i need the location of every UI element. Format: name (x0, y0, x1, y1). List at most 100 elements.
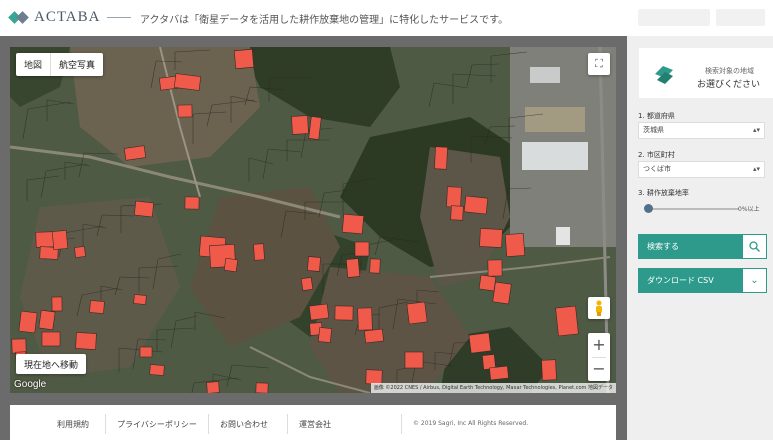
map-attribution: 画像 ©2022 CNES / Airbus, Digital Earth Te… (370, 383, 616, 393)
abandoned-parcel[interactable] (51, 296, 63, 312)
abandoned-parcel[interactable] (434, 146, 448, 170)
abandoned-parcel[interactable] (357, 307, 373, 331)
abandoned-parcel[interactable] (11, 338, 27, 354)
abandoned-parcel[interactable] (74, 246, 86, 258)
abandoned-parcel[interactable] (133, 294, 147, 305)
abandoned-parcel[interactable] (300, 277, 314, 291)
abandoned-parcel[interactable] (492, 281, 512, 305)
abandoned-parcel[interactable] (51, 230, 69, 250)
pegman-icon (596, 300, 602, 316)
fullscreen-icon: ⛶ (595, 57, 603, 70)
abandoned-parcel[interactable] (406, 301, 428, 325)
abandoned-parcel[interactable] (317, 327, 333, 343)
abandoned-parcel[interactable] (555, 305, 579, 337)
abandoned-parcel[interactable] (334, 305, 354, 321)
abandoned-parcel[interactable] (487, 259, 503, 277)
sidebar: 検索対象の地域 お選びください 1. 都道府県 茨城県 ▴▾ 2. 市区町村 つ… (627, 36, 773, 440)
header-button-1[interactable] (638, 9, 710, 26)
abandoned-parcel[interactable] (255, 382, 269, 393)
footer-divider (208, 414, 209, 434)
zoom-out-button[interactable]: − (588, 357, 610, 381)
footer-link-contact[interactable]: お問い合わせ (220, 419, 268, 430)
chevron-down-icon: ⌄ (743, 269, 766, 292)
area-map-icon (655, 66, 673, 84)
zoom-control: + − (588, 333, 610, 381)
rate-slider-value: 0%以上 (738, 206, 760, 213)
abandoned-parcel[interactable] (308, 303, 330, 321)
abandoned-parcel[interactable] (354, 241, 370, 257)
abandoned-parcel[interactable] (123, 145, 147, 161)
abandoned-parcel[interactable] (223, 257, 239, 273)
locate-button[interactable]: 現在地へ移動 (16, 354, 87, 374)
abandoned-parcel[interactable] (133, 200, 155, 218)
header-button-2[interactable] (716, 9, 765, 26)
footer-link-privacy[interactable]: プライバシーポリシー (117, 419, 197, 430)
logo[interactable]: ACTABA (8, 9, 100, 26)
download-csv-button[interactable]: ダウンロード CSV ⌄ (638, 268, 767, 293)
abandoned-parcel[interactable] (75, 332, 97, 350)
abandoned-parcel[interactable] (489, 365, 509, 381)
street-view-button[interactable] (588, 297, 610, 319)
area-card-subtitle: 検索対象の地域 (705, 67, 754, 75)
abandoned-parcel[interactable] (450, 205, 464, 221)
abandoned-parcel[interactable] (41, 331, 61, 347)
abandoned-parcel[interactable] (541, 359, 557, 381)
logo-mark-icon (8, 10, 30, 26)
abandoned-parcel[interactable] (369, 258, 381, 274)
map-type-satellite-button[interactable]: 航空写真 (50, 53, 103, 76)
map-type-control: 地図 航空写真 (16, 53, 104, 76)
city-label: 2. 市区町村 (638, 151, 675, 159)
abandoned-parcel[interactable] (307, 256, 321, 272)
abandoned-parcel[interactable] (89, 300, 105, 314)
abandoned-parcel[interactable] (206, 381, 220, 393)
footer: 利用規約 プライバシーポリシー お問い合わせ 運営会社 © 2019 Sagri… (10, 405, 616, 440)
footer-divider (401, 414, 402, 434)
prefecture-label: 1. 都道府県 (638, 112, 675, 120)
abandoned-parcel[interactable] (184, 196, 200, 210)
abandoned-parcel[interactable] (341, 213, 365, 235)
chevron-down-icon: ▴▾ (752, 165, 760, 173)
abandoned-parcel[interactable] (404, 351, 424, 369)
prefecture-select[interactable]: 茨城県 ▴▾ (638, 122, 765, 139)
footer-link-company[interactable]: 運営会社 (299, 419, 331, 430)
abandoned-parcel[interactable] (446, 186, 462, 208)
abandoned-parcel[interactable] (468, 332, 492, 354)
abandoned-parcel[interactable] (253, 243, 265, 261)
footer-divider (287, 414, 288, 434)
search-button-label: 検索する (647, 242, 679, 251)
abandoned-parcel[interactable] (291, 115, 309, 135)
rate-slider-handle[interactable] (644, 204, 653, 213)
abandoned-parcel[interactable] (173, 73, 202, 91)
map[interactable]: 地図 航空写真 ⛶ + − 現在地へ移動 Google 画像 ©2022 CNE… (10, 47, 616, 393)
abandoned-parcel[interactable] (504, 233, 526, 257)
rate-label: 3. 耕作放棄地率 (638, 189, 689, 197)
abandoned-parcel[interactable] (149, 364, 165, 376)
footer-divider (105, 414, 106, 434)
header: ACTABA アクタバは「衛星データを活用した耕作放棄地の管理」に特化したサービ… (0, 0, 773, 36)
abandoned-parcel[interactable] (364, 328, 384, 344)
area-selector-card[interactable]: 検索対象の地域 お選びください (639, 48, 773, 98)
zoom-in-button[interactable]: + (588, 333, 610, 357)
google-logo: Google (14, 379, 47, 390)
abandoned-parcel[interactable] (463, 195, 489, 215)
map-type-map-button[interactable]: 地図 (16, 53, 50, 76)
city-value: つくば市 (643, 165, 671, 173)
fullscreen-button[interactable]: ⛶ (588, 53, 610, 75)
abandoned-parcel[interactable] (38, 309, 56, 331)
tagline: アクタバは「衛星データを活用した耕作放棄地の管理」に特化したサービスです。 (140, 15, 509, 26)
satellite-map[interactable] (10, 47, 616, 393)
chevron-down-icon: ▴▾ (752, 126, 760, 134)
abandoned-parcel[interactable] (233, 48, 255, 70)
rate-slider-track[interactable] (647, 208, 739, 210)
search-icon (743, 235, 766, 258)
abandoned-parcel[interactable] (478, 274, 497, 292)
copyright: © 2019 Sagri, Inc All Rights Reserved. (413, 420, 529, 427)
abandoned-parcel[interactable] (479, 228, 503, 248)
abandoned-parcel[interactable] (139, 346, 153, 358)
city-select[interactable]: つくば市 ▴▾ (638, 161, 765, 178)
footer-link-terms[interactable]: 利用規約 (57, 419, 89, 430)
abandoned-parcel[interactable] (345, 258, 361, 278)
abandoned-parcel[interactable] (18, 310, 38, 334)
search-button[interactable]: 検索する (638, 234, 767, 259)
abandoned-parcel[interactable] (177, 104, 193, 118)
